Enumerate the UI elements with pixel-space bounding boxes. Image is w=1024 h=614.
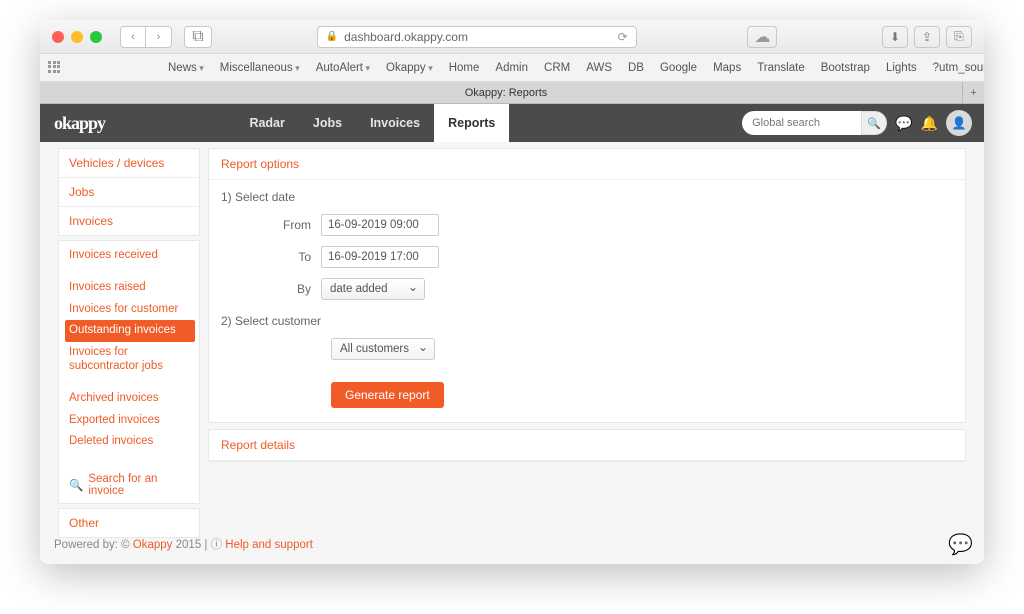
main: Report options 1) Select date From To By… <box>200 142 984 564</box>
lock-icon: 🔒 <box>326 31 338 42</box>
to-input[interactable] <box>321 246 439 268</box>
sidebar-button[interactable]: ⧉ <box>184 26 212 48</box>
browser-window: ‹ › ⧉ 🔒 dashboard.okappy.com ⟳ ☁ ⬇ ⇪ ⎘ N… <box>40 20 984 564</box>
reload-icon[interactable]: ⟳ <box>618 30 628 44</box>
nav-buttons: ‹ › <box>120 26 172 48</box>
step2-label: 2) Select customer <box>221 314 953 328</box>
bookmark-bar: News Miscellaneous AutoAlert Okappy Home Admi… <box>40 54 984 82</box>
nav-radar[interactable]: Radar <box>235 104 298 142</box>
bookmark-item[interactable]: Lights <box>886 62 917 74</box>
bookmark-item[interactable]: Miscellaneous <box>220 62 300 74</box>
fullscreen-icon[interactable] <box>90 31 102 43</box>
help-support-link[interactable]: Help and support <box>225 539 313 551</box>
bookmark-item[interactable]: Maps <box>713 62 741 74</box>
bookmark-item[interactable]: News <box>168 62 204 74</box>
search-invoice-link[interactable]: 🔍 Search for an invoice <box>59 467 199 503</box>
nav-jobs[interactable]: Jobs <box>299 104 356 142</box>
bookmark-item[interactable]: AutoAlert <box>316 62 370 74</box>
to-label: To <box>221 250 321 264</box>
sidebar-vehicles-devices[interactable]: Vehicles / devices <box>59 149 199 178</box>
footer-brand-link[interactable]: Okappy <box>133 539 173 551</box>
share-icon[interactable]: ⇪ <box>914 26 940 48</box>
bookmark-item[interactable]: Google <box>660 62 697 74</box>
bookmark-item[interactable]: Home <box>449 62 480 74</box>
sidebar-other[interactable]: Other <box>59 509 199 537</box>
bookmark-item[interactable]: CRM <box>544 62 570 74</box>
invoice-item[interactable]: Outstanding invoices <box>65 320 195 342</box>
apps-icon[interactable] <box>48 61 60 75</box>
invoice-item[interactable]: Archived invoices <box>59 388 199 410</box>
global-search-input[interactable] <box>742 111 862 135</box>
by-label: By <box>221 282 321 296</box>
by-select[interactable]: date added <box>321 278 425 300</box>
toolbar-right: ⬇ ⇪ ⎘ <box>882 26 972 48</box>
nav-reports[interactable]: Reports <box>434 104 509 142</box>
chat-icon[interactable]: 💬 <box>895 115 912 132</box>
url-bar[interactable]: 🔒 dashboard.okappy.com ⟳ <box>317 26 637 48</box>
content: Vehicles / devicesJobsInvoices Invoices … <box>40 142 984 564</box>
bookmark-item[interactable]: ?utm_source=i…ign=internal <box>933 62 984 74</box>
nav-invoices[interactable]: Invoices <box>356 104 434 142</box>
bell-icon[interactable]: 🔔 <box>921 115 938 132</box>
invoice-item[interactable]: Invoices for subcontractor jobs <box>59 342 199 378</box>
search-wrap: 🔍 💬 🔔 👤 <box>742 110 984 136</box>
back-button[interactable]: ‹ <box>120 26 146 48</box>
avatar[interactable]: 👤 <box>946 110 972 136</box>
new-tab-button[interactable]: + <box>962 82 984 104</box>
sidebar: Vehicles / devicesJobsInvoices Invoices … <box>40 142 200 564</box>
sidebar-jobs[interactable]: Jobs <box>59 178 199 207</box>
sidebar-invoices[interactable]: Invoices <box>59 207 199 235</box>
invoice-item[interactable]: Deleted invoices <box>59 431 199 453</box>
report-details-title: Report details <box>209 430 965 461</box>
minimize-icon[interactable] <box>71 31 83 43</box>
bookmark-item[interactable]: DB <box>628 62 644 74</box>
window-controls <box>52 31 102 43</box>
bookmark-item[interactable]: Okappy <box>386 62 433 74</box>
bookmark-item[interactable]: Bootstrap <box>821 62 870 74</box>
report-options-title: Report options <box>209 149 965 180</box>
footer: Powered by: © Okappy 2015 | ⓘ Help and s… <box>54 536 313 552</box>
tabs-icon[interactable]: ⎘ <box>946 26 972 48</box>
tab-strip: Okappy: Reports + <box>40 82 984 104</box>
from-label: From <box>221 218 321 232</box>
bookmark-item[interactable]: Admin <box>495 62 528 74</box>
search-button[interactable]: 🔍 <box>861 111 887 135</box>
tab-title[interactable]: Okappy: Reports <box>50 87 962 99</box>
icloud-button[interactable]: ☁ <box>747 26 777 48</box>
invoice-item[interactable]: Invoices for customer <box>59 299 199 321</box>
invoice-submenu: Invoices receivedInvoices raisedInvoices… <box>58 240 200 504</box>
close-icon[interactable] <box>52 31 64 43</box>
generate-report-button[interactable]: Generate report <box>331 382 444 408</box>
info-icon: ⓘ <box>211 539 226 551</box>
report-options-panel: Report options 1) Select date From To By… <box>208 148 966 423</box>
chat-bubble-icon[interactable]: 💬 <box>948 532 970 554</box>
bookmark-item[interactable]: AWS <box>586 62 612 74</box>
report-details-panel: Report details <box>208 429 966 462</box>
invoice-item[interactable]: Invoices raised <box>59 277 199 299</box>
titlebar: ‹ › ⧉ 🔒 dashboard.okappy.com ⟳ ☁ ⬇ ⇪ ⎘ <box>40 20 984 54</box>
logo[interactable]: okappy <box>40 113 119 134</box>
app-nav: okappy RadarJobsInvoicesReports 🔍 💬 🔔 👤 <box>40 104 984 142</box>
search-icon: 🔍 <box>69 478 83 492</box>
bookmark-item[interactable]: Translate <box>757 62 805 74</box>
invoice-item[interactable]: Invoices received <box>59 245 199 267</box>
invoice-item[interactable]: Exported invoices <box>59 410 199 432</box>
from-input[interactable] <box>321 214 439 236</box>
forward-button[interactable]: › <box>146 26 172 48</box>
download-icon[interactable]: ⬇ <box>882 26 908 48</box>
url-text: dashboard.okappy.com <box>344 30 468 44</box>
step1-label: 1) Select date <box>221 190 953 204</box>
customer-select[interactable]: All customers <box>331 338 435 360</box>
